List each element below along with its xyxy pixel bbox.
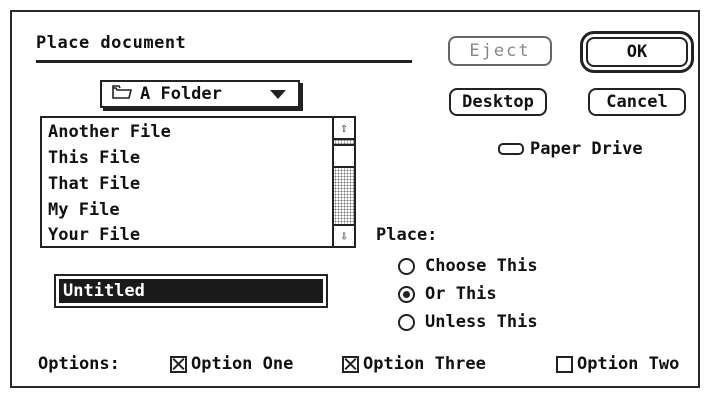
title-divider xyxy=(36,60,412,63)
filename-input-value[interactable]: Untitled xyxy=(59,279,323,303)
radio-button-icon[interactable] xyxy=(398,313,415,331)
chevron-down-icon xyxy=(270,90,286,99)
options-label: Options: xyxy=(38,354,120,374)
scrollbar-thumb[interactable] xyxy=(334,144,354,168)
folder-icon xyxy=(112,84,133,104)
checkbox-option-two[interactable]: Option Two xyxy=(556,354,679,374)
radio-button-selected-icon[interactable] xyxy=(398,285,415,303)
radio-label: Choose This xyxy=(425,256,538,276)
checkbox-option-one[interactable]: Option One xyxy=(170,354,293,374)
list-item[interactable]: That File xyxy=(48,174,140,194)
place-label: Place: xyxy=(376,225,438,245)
checkbox-checked-icon[interactable] xyxy=(170,355,187,373)
ok-button[interactable]: OK xyxy=(580,31,694,73)
list-item[interactable]: My File xyxy=(48,200,120,220)
checkbox-checked-icon[interactable] xyxy=(342,355,359,373)
file-list-scrollbar[interactable]: ⇧ ⇩ xyxy=(332,118,354,246)
scroll-down-arrow-icon[interactable]: ⇩ xyxy=(334,224,354,246)
checkbox-unchecked-icon[interactable] xyxy=(556,355,573,373)
folder-popup-label: A Folder xyxy=(140,84,222,104)
desktop-button[interactable]: Desktop xyxy=(449,88,547,116)
scroll-up-arrow-icon[interactable]: ⇧ xyxy=(334,118,354,140)
file-list[interactable]: Another File This File That File My File… xyxy=(40,116,356,248)
folder-popup[interactable]: A Folder xyxy=(100,80,300,108)
filename-input[interactable]: Untitled xyxy=(54,274,328,308)
radio-button-icon[interactable] xyxy=(398,257,415,275)
radio-label: Unless This xyxy=(425,312,538,332)
dialog-title: Place document xyxy=(36,33,187,53)
radio-choose-this[interactable]: Choose This xyxy=(398,256,538,276)
radio-label: Or This xyxy=(425,284,497,304)
radio-or-this[interactable]: Or This xyxy=(398,284,497,304)
eject-button[interactable]: Eject xyxy=(448,36,552,66)
drive-label: Paper Drive xyxy=(530,139,643,159)
disk-icon xyxy=(498,143,524,155)
checkbox-label: Option One xyxy=(191,354,294,374)
cancel-button[interactable]: Cancel xyxy=(588,88,686,116)
radio-unless-this[interactable]: Unless This xyxy=(398,312,538,332)
list-item[interactable]: Your File xyxy=(48,225,140,245)
list-item[interactable]: Another File xyxy=(48,122,171,142)
list-item[interactable]: This File xyxy=(48,148,140,168)
checkbox-label: Option Three xyxy=(363,354,486,374)
checkbox-option-three[interactable]: Option Three xyxy=(342,354,486,374)
checkbox-label: Option Two xyxy=(577,354,680,374)
drive-indicator: Paper Drive xyxy=(498,139,643,159)
